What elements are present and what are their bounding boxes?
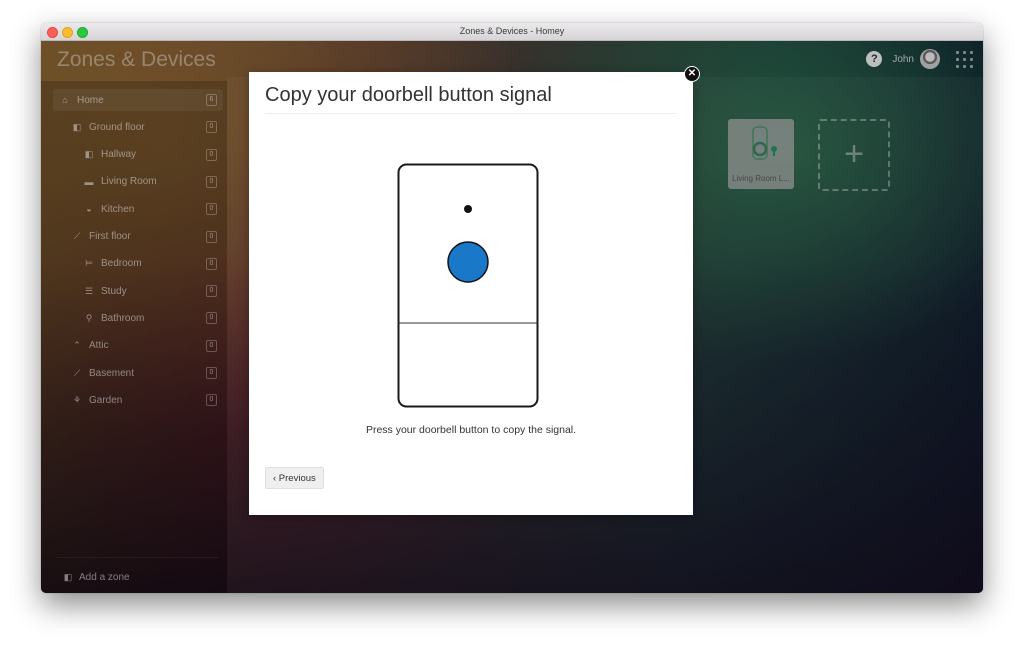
instruction-text: Press your doorbell button to copy the s… [365, 424, 577, 436]
window-maximize-button[interactable] [77, 27, 88, 38]
dialog-title: Copy your doorbell button signal [265, 84, 552, 106]
doorbell-illustration [397, 163, 539, 408]
doorbell-led [464, 205, 472, 213]
doorbell-button-icon [447, 241, 489, 283]
close-icon[interactable]: ✕ [684, 66, 700, 82]
window-minimize-button[interactable] [62, 27, 73, 38]
title-bar: Zones & Devices - Homey [41, 23, 983, 41]
title-divider [265, 113, 677, 114]
previous-button[interactable]: ‹ Previous [265, 467, 324, 489]
doorbell-body [397, 163, 539, 408]
window-close-button[interactable] [47, 27, 58, 38]
pairing-dialog: Copy your doorbell button signal Press y… [249, 72, 693, 515]
window-title: Zones & Devices - Homey [459, 26, 565, 36]
